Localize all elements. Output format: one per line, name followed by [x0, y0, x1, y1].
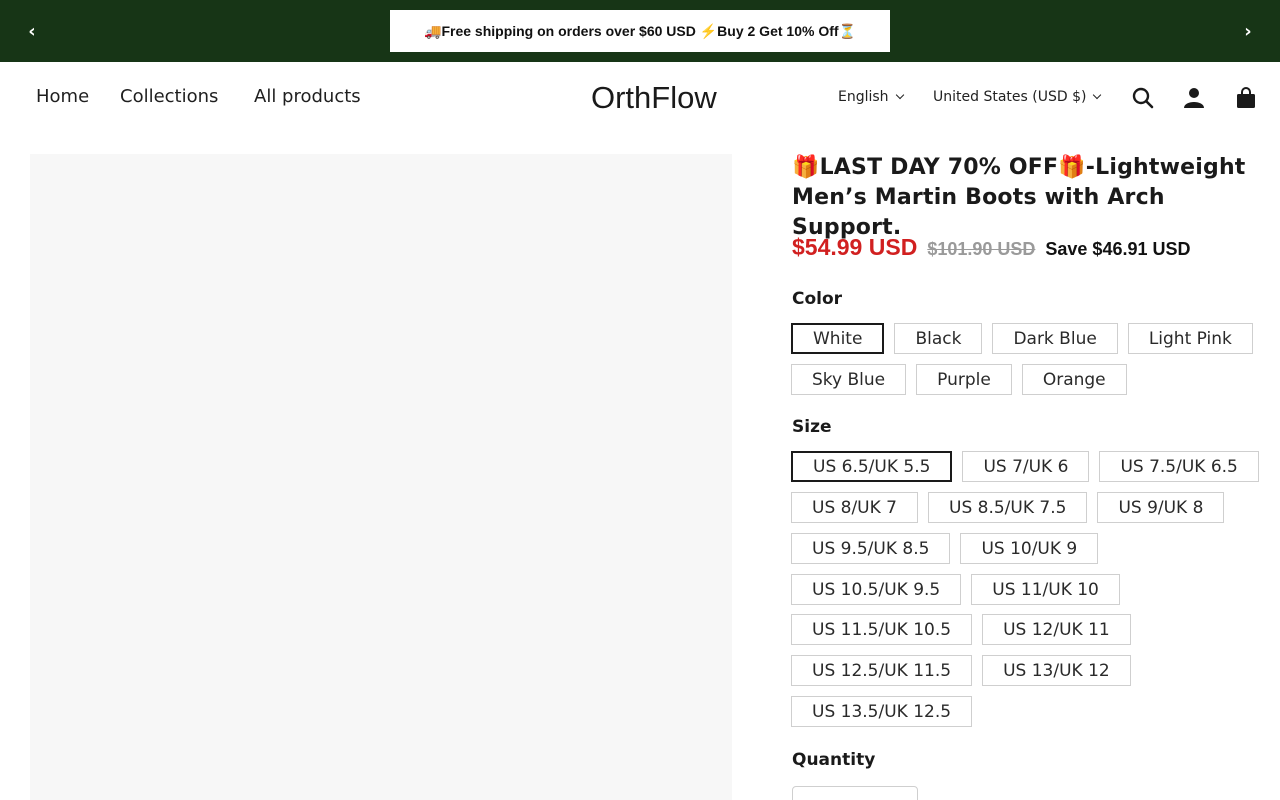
size-option[interactable]: US 13.5/UK 12.5 [791, 696, 973, 727]
price-row: $54.99 USD $101.90 USD Save $46.91 USD [792, 234, 1191, 261]
color-option-dark-blue[interactable]: Dark Blue [992, 323, 1118, 354]
size-option[interactable]: US 7.5/UK 6.5 [1099, 451, 1259, 482]
store-logo[interactable]: OrthFlow [591, 80, 717, 116]
cart-icon[interactable] [1234, 86, 1258, 110]
size-option[interactable]: US 10.5/UK 9.5 [791, 574, 962, 605]
chevron-left-icon[interactable]: ‹ [18, 17, 46, 45]
search-icon[interactable] [1131, 86, 1155, 110]
size-option[interactable]: US 6.5/UK 5.5 [791, 451, 953, 482]
size-option[interactable]: US 12.5/UK 11.5 [791, 655, 973, 686]
color-options-row-2: Sky Blue Purple Orange [791, 364, 1127, 395]
quantity-stepper[interactable] [792, 786, 918, 800]
account-icon[interactable] [1182, 86, 1206, 110]
size-options-row: US 6.5/UK 5.5 US 7/UK 6 US 7.5/UK 6.5 [791, 451, 1259, 482]
chevron-down-icon [1093, 90, 1102, 100]
size-options-row: US 9.5/UK 8.5 US 10/UK 9 [791, 533, 1099, 564]
language-label: English [838, 89, 889, 105]
nav-collections[interactable]: Collections [120, 86, 218, 107]
size-option[interactable]: US 12/UK 11 [982, 614, 1131, 645]
size-option[interactable]: US 8.5/UK 7.5 [928, 492, 1088, 523]
color-option-light-pink[interactable]: Light Pink [1127, 323, 1253, 354]
size-label: Size [792, 417, 832, 437]
size-option[interactable]: US 13/UK 12 [982, 655, 1131, 686]
nav-all-products[interactable]: All products [254, 86, 361, 107]
color-option-white[interactable]: White [791, 323, 885, 354]
size-option[interactable]: US 8/UK 7 [791, 492, 918, 523]
sale-price: $54.99 USD [792, 234, 918, 260]
size-options-row: US 13.5/UK 12.5 [791, 696, 973, 727]
size-option[interactable]: US 11/UK 10 [971, 574, 1120, 605]
color-option-sky-blue[interactable]: Sky Blue [791, 364, 907, 395]
country-label: United States (USD $) [933, 89, 1087, 105]
color-label: Color [792, 289, 843, 309]
product-image[interactable] [30, 154, 732, 800]
size-option[interactable]: US 10/UK 9 [960, 533, 1099, 564]
compare-price: $101.90 USD [927, 239, 1036, 259]
chevron-down-icon [895, 90, 904, 100]
color-option-purple[interactable]: Purple [916, 364, 1012, 395]
country-selector[interactable]: United States (USD $) [933, 89, 1102, 105]
product-title: 🎁LAST DAY 70% OFF🎁-Lightweight Men’s Mar… [792, 155, 1246, 240]
chevron-right-icon[interactable]: › [1234, 17, 1262, 45]
savings-label: Save $46.91 USD [1045, 239, 1191, 259]
quantity-label: Quantity [792, 750, 876, 770]
size-options-row: US 11.5/UK 10.5 US 12/UK 11 [791, 614, 1131, 645]
color-options-row-1: White Black Dark Blue Light Pink [791, 323, 1253, 354]
language-selector[interactable]: English [838, 89, 904, 105]
size-option[interactable]: US 7/UK 6 [962, 451, 1090, 482]
color-option-black[interactable]: Black [894, 323, 983, 354]
size-options-row: US 10.5/UK 9.5 US 11/UK 10 [791, 574, 1120, 605]
nav-home[interactable]: Home [36, 86, 89, 107]
size-options-row: US 8/UK 7 US 8.5/UK 7.5 US 9/UK 8 [791, 492, 1225, 523]
size-option[interactable]: US 11.5/UK 10.5 [791, 614, 973, 645]
size-option[interactable]: US 9/UK 8 [1097, 492, 1225, 523]
announcement-bar: ‹ 🚚Free shipping on orders over $60 USD … [0, 0, 1280, 62]
announcement-text: 🚚Free shipping on orders over $60 USD ⚡B… [390, 10, 890, 52]
size-option[interactable]: US 9.5/UK 8.5 [791, 533, 951, 564]
color-option-orange[interactable]: Orange [1021, 364, 1127, 395]
size-options-row: US 12.5/UK 11.5 US 13/UK 12 [791, 655, 1131, 686]
